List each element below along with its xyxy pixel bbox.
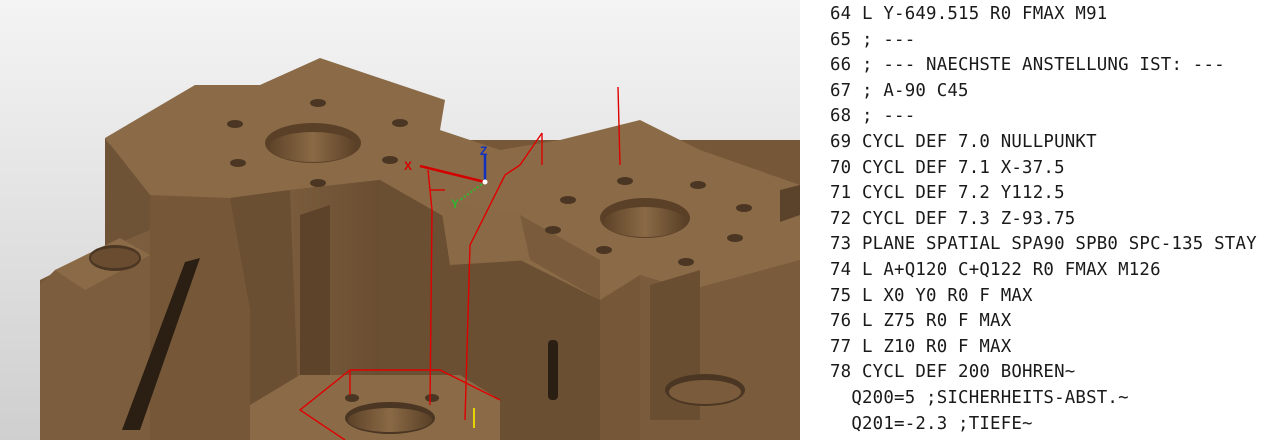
cam-3d-viewport[interactable]: X Z Y <box>0 0 800 440</box>
workpiece-render: X Z Y <box>0 0 800 440</box>
program-line[interactable]: 65 ; --- <box>830 28 915 53</box>
program-line[interactable]: 68 ; --- <box>830 104 915 129</box>
program-line[interactable]: 66 ; --- NAECHSTE ANSTELLUNG IST: --- <box>830 53 1225 78</box>
program-line[interactable]: 64 L Y-649.515 R0 FMAX M91 <box>830 2 1107 27</box>
program-line[interactable]: 76 L Z75 R0 F MAX <box>830 309 1011 334</box>
program-line[interactable]: Q200=5 ;SICHERHEITS-ABST.~ <box>830 386 1129 411</box>
nc-program-listing[interactable]: 64 L Y-649.515 R0 FMAX M91 65 ; --- 66 ; -… <box>800 0 1280 440</box>
program-line[interactable]: 71 CYCL DEF 7.2 Y112.5 <box>830 181 1065 206</box>
program-line[interactable]: 70 CYCL DEF 7.1 X-37.5 <box>830 156 1065 181</box>
axis-x-label: X <box>404 159 412 173</box>
program-line[interactable]: 78 CYCL DEF 200 BOHREN~ <box>830 360 1075 385</box>
axis-y-label: Y <box>451 197 459 211</box>
program-line[interactable]: 67 ; A-90 C45 <box>830 79 969 104</box>
axis-z-label: Z <box>480 144 487 158</box>
program-line[interactable]: 72 CYCL DEF 7.3 Z-93.75 <box>830 207 1075 232</box>
program-line[interactable]: 69 CYCL DEF 7.0 NULLPUNKT <box>830 130 1097 155</box>
program-line[interactable]: 75 L X0 Y0 R0 F MAX <box>830 284 1033 309</box>
program-line[interactable]: Q201=-2.3 ;TIEFE~ <box>830 412 1033 437</box>
program-line[interactable]: 74 L A+Q120 C+Q122 R0 FMAX M126 <box>830 258 1161 283</box>
program-line[interactable]: 73 PLANE SPATIAL SPA90 SPB0 SPC-135 STAY <box>830 232 1257 257</box>
program-line[interactable]: 77 L Z10 R0 F MAX <box>830 335 1011 360</box>
